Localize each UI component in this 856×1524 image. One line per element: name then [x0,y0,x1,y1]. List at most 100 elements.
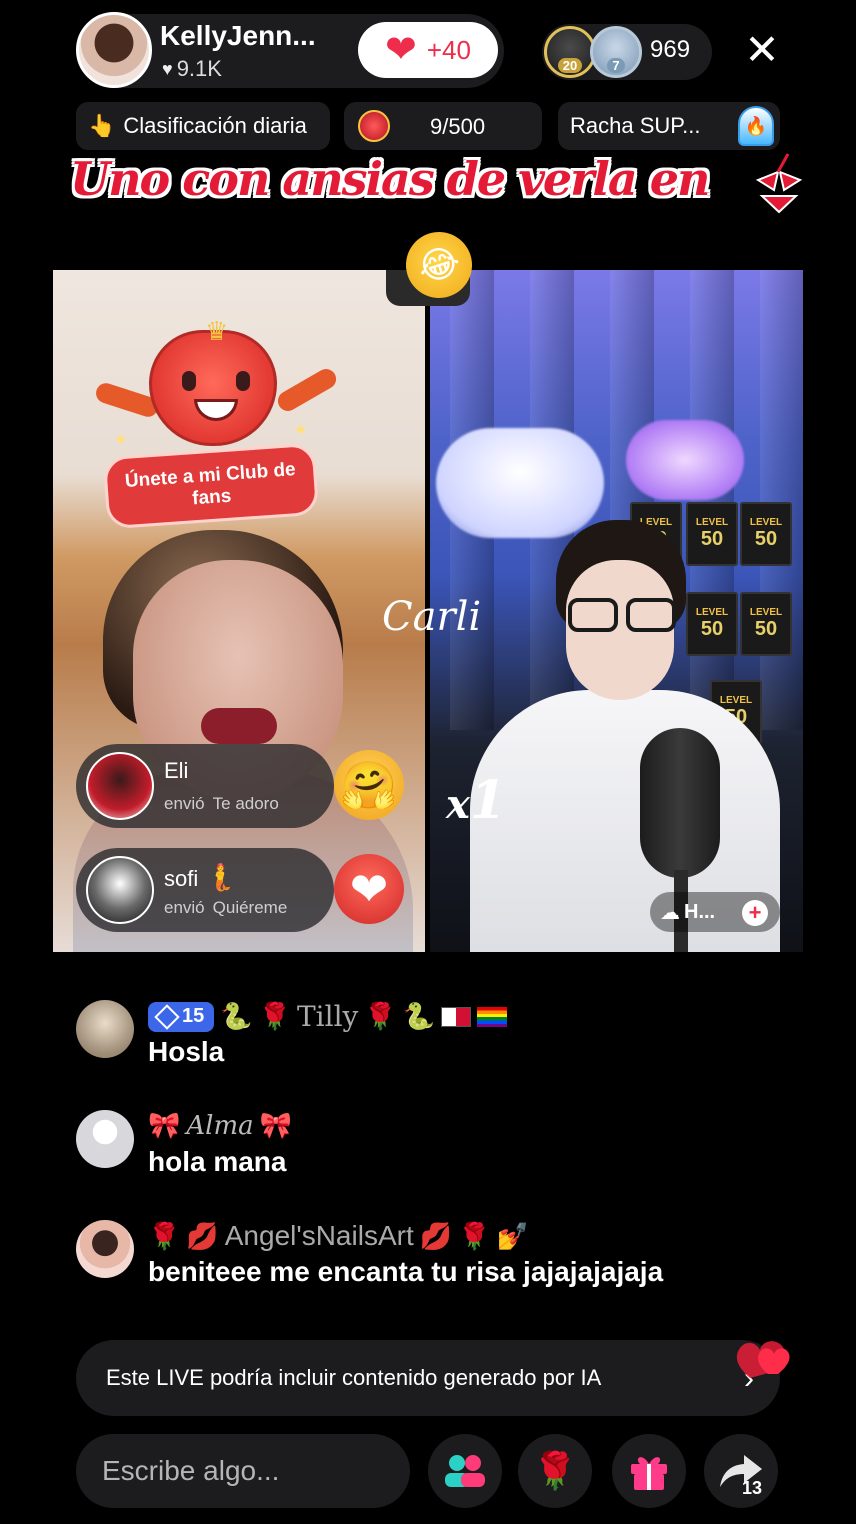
panama-flag-icon [441,1006,472,1027]
ai-notice-text: Este LIVE podría incluir contenido gener… [106,1365,602,1390]
gift-notification: Eli envió Te adoro 🤗 [76,744,436,828]
stream-banner-text: Uno con ansias de verla en [70,152,710,206]
microphone-icon [640,728,720,878]
heart-icon: ❤ [385,29,417,71]
rose-gift-button[interactable]: 🌹 [518,1434,592,1508]
host-likes: ♥ 9.1K [162,56,222,82]
host-name[interactable]: KellyJenn... [160,20,316,52]
gift-action: envió Quiéreme [164,898,287,918]
viewer-rank-badge: 7 [607,58,625,73]
join-fanclub-button[interactable]: Únete a mi Club de fans [102,442,320,530]
gift-verb: envió [164,794,205,813]
lips-icon: 💋 [186,1220,219,1251]
curtain [760,270,803,730]
level-badge: 15 [148,1001,215,1032]
multiplier-count: 1 [469,770,507,831]
goal-gift-icon [358,110,390,142]
bow-icon: 🎀 [148,1110,181,1140]
daily-ranking-chip[interactable]: 👆 Clasificación diaria [76,102,330,150]
gift-sender-name: Eli [164,758,189,783]
snake-icon: 🐍 [402,1001,436,1031]
lips-icon: 💋 [419,1220,453,1251]
fanclub-mascot-arm [274,365,340,415]
chat-username[interactable]: 🎀 Alma 🎀 [148,1110,292,1141]
guest-host-name: H... [684,900,716,923]
snake-icon: 🐍 [220,1001,253,1031]
chat-avatar[interactable] [76,1220,134,1278]
viewer-count[interactable]: 969 [650,36,690,64]
gift-action: envió Te adoro [164,794,279,814]
chat-message-text: beniteee me encanta tu risa jajajajajaja [148,1256,664,1287]
gift-goal-count: 9/500 [430,114,485,140]
chat-avatar[interactable] [76,1110,134,1168]
rose-icon: 🌹 [532,1450,578,1491]
share-button[interactable] [704,1434,778,1508]
gift-name: Quiéreme [212,898,288,917]
sparkle-icon: ✦ [293,420,309,440]
chat-username-text: Alma [186,1110,254,1141]
follow-guest-button[interactable]: + [742,900,768,926]
guest-video-person [470,520,780,952]
ai-content-notice[interactable]: Este LIVE podría incluir contenido gener… [76,1340,780,1416]
follow-bonus: +40 [426,34,471,65]
follow-button[interactable]: ❤ +40 [358,22,498,78]
bikini-icon [755,153,803,214]
people-icon [445,1455,485,1487]
gift-verb: envió [164,898,205,917]
streak-flame-icon: 🔥 [738,106,774,146]
chat-username-text: Angel'sNailsArt [224,1220,414,1251]
gift-name: Te adoro [212,794,279,813]
heart-icon: ♥ [162,58,173,79]
host-lips [201,708,277,744]
combo-multiplier: x1 [446,770,506,831]
gift-sender-avatar[interactable] [86,752,154,820]
chat-username-text: Tilly [297,1000,359,1033]
top-viewer-avatar[interactable]: 7 [590,26,642,78]
mascot-mouth [194,399,238,421]
gift-button[interactable] [612,1434,686,1508]
host-avatar[interactable] [76,12,152,88]
chat-username[interactable]: 🌹 💋 Angel'sNailsArt 💋 🌹 💅 [148,1220,529,1252]
nail-polish-icon: 💅 [496,1220,529,1251]
pride-flag-icon [477,1006,508,1027]
comment-input[interactable] [76,1434,410,1508]
rose-icon: 🌹 [458,1220,491,1251]
multi-guest-button[interactable] [428,1434,502,1508]
cloud-lamp [626,420,744,500]
mascot-eyes [182,371,250,391]
top-viewer-avatar[interactable]: 20 [544,26,596,78]
rose-icon: 🌹 [148,1220,181,1251]
viewer-rank-badge: 20 [557,58,583,73]
multiplier-x: x [446,781,470,828]
guest-video-panel[interactable]: LEVEL50 LEVEL50 LEVEL50 LEVEL50 LEVEL50 … [430,270,803,952]
gift-sender-text: sofi [164,866,199,891]
rose-icon: 🌹 [258,1001,291,1031]
streak-label: Racha SUP... [570,113,701,138]
heart-gift-icon: ❤ [334,854,404,924]
bow-icon: 🎀 [259,1110,292,1140]
mermaid-icon: 🧜 [204,862,237,892]
gift-notification: sofi 🧜 envió Quiéreme ❤ [76,848,436,932]
chat-message-text: Hosla [148,1036,225,1067]
chat-message-text: hola mana [148,1146,287,1177]
close-icon[interactable]: ✕ [742,28,782,72]
gift-icon [631,1457,667,1490]
chat-avatar[interactable] [76,1000,134,1058]
crown-icon: ♛ [205,316,229,346]
rose-icon: 🌹 [364,1001,397,1031]
gift-sender-avatar[interactable] [86,856,154,924]
floating-heart-icon [736,1341,790,1378]
glasses-icon [562,598,682,634]
guest-host-tag[interactable]: ☁ H... + [650,892,780,932]
daily-ranking-label: Clasificación diaria [123,113,307,138]
goal-current: 9 [430,114,443,139]
level-number: 15 [182,1005,205,1027]
cloud-icon: ☁ [660,901,680,924]
chat-username[interactable]: 15 🐍 🌹 Tilly 🌹 🐍 [148,1000,508,1033]
sparkle-icon: ✦ [113,430,129,450]
fire-icon: 👆 [88,113,116,138]
goal-total: /500 [442,114,486,139]
hugging-heart-gift-icon: 🤗 [334,750,404,820]
gem-icon [154,1003,180,1030]
fanclub-mascot-heart-icon[interactable] [149,330,277,446]
